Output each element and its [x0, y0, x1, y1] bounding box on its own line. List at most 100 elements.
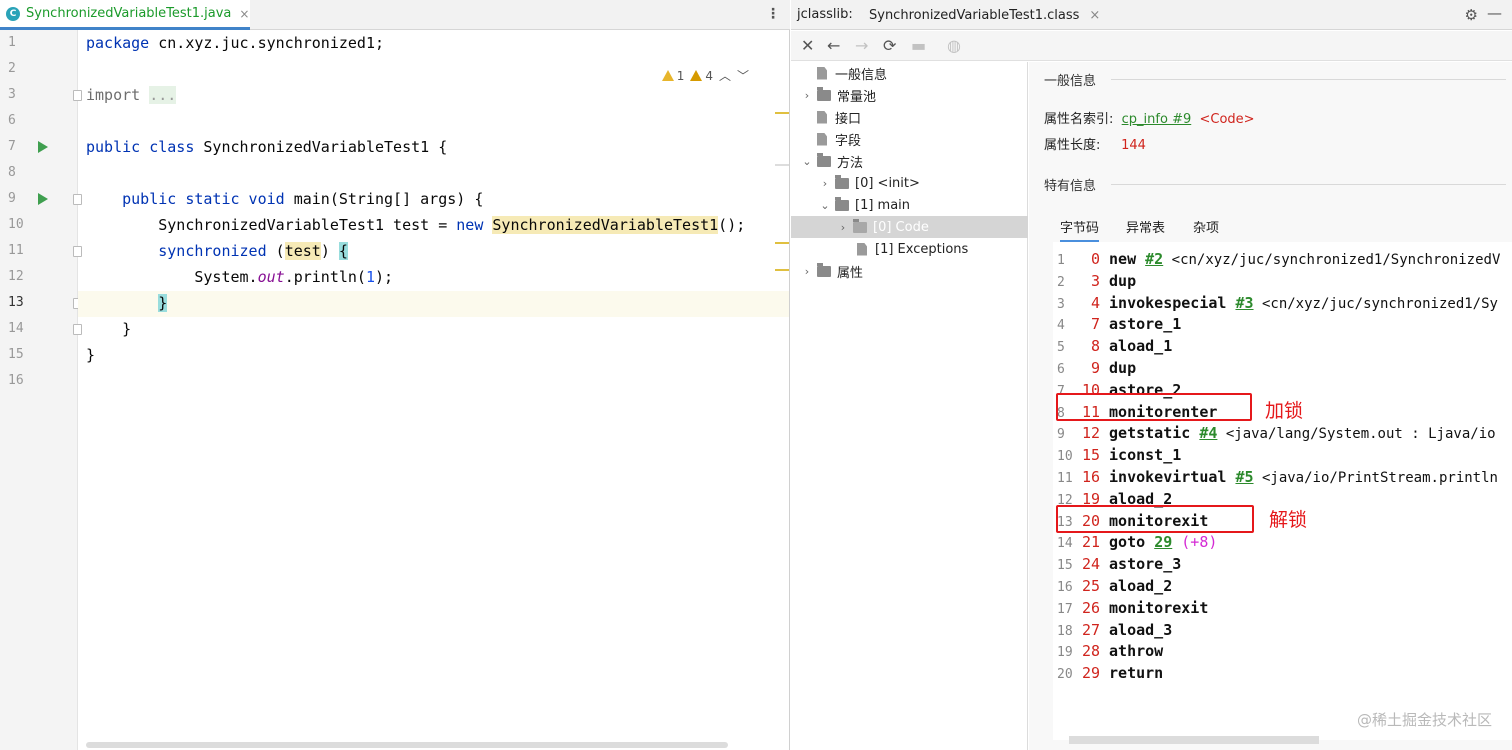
line-number: 3	[8, 87, 16, 102]
tree-node-general-info[interactable]: 一般信息	[801, 62, 887, 84]
chevron-right-icon[interactable]: ›	[801, 265, 813, 278]
refresh-icon[interactable]: ⟳	[883, 36, 896, 55]
close-icon[interactable]: ✕	[801, 36, 814, 55]
tree-node-interfaces[interactable]: 接口	[801, 106, 861, 128]
tree-node-attributes[interactable]: › 属性	[801, 260, 863, 282]
line-number: 15	[8, 347, 24, 362]
jclasslib-tab-class-file[interactable]: SynchronizedVariableTest1.class ×	[859, 0, 1110, 30]
tree-node-exceptions[interactable]: [1] Exceptions	[857, 238, 968, 260]
warning-icon	[690, 69, 703, 81]
code-editor: C SynchronizedVariableTest1.java × ⋮ 1 2…	[0, 0, 790, 750]
chevron-down-icon[interactable]: ﹀	[737, 67, 749, 84]
chevron-right-icon[interactable]: ›	[819, 177, 831, 190]
bytecode-line-number: 19	[1057, 645, 1073, 661]
close-icon[interactable]: ×	[1089, 8, 1100, 23]
annotation-box-monitorenter	[1056, 393, 1252, 421]
tree-node-method-init[interactable]: › [0] <init>	[819, 172, 920, 194]
bytecode-opcode: astore_3	[1109, 555, 1182, 574]
error-stripe-marker[interactable]	[775, 269, 789, 271]
java-class-icon: C	[6, 6, 20, 21]
warning-indicator[interactable]: 4	[690, 69, 713, 83]
tree-node-code-selected[interactable]: › [0] Code	[791, 216, 1028, 238]
bytecode-line[interactable]: 17 26 monitorexit	[1053, 597, 1208, 619]
class-structure-tree: 一般信息 › 常量池 接口 字段 ⌄ 方法 › [0] <init> ⌄ [1] mai…	[791, 62, 1028, 750]
close-icon[interactable]: ×	[239, 7, 249, 21]
tab-misc[interactable]: 杂项	[1193, 217, 1219, 236]
bytecode-offset: 7	[1090, 315, 1100, 334]
error-stripe-marker[interactable]	[775, 164, 789, 166]
bytecode-line[interactable]: 11 16 invokevirtual #5 <java/io/PrintStre…	[1053, 466, 1498, 488]
bytecode-line[interactable]: 19 28 athrow	[1053, 640, 1163, 662]
tab-exception-table[interactable]: 异常表	[1126, 217, 1165, 236]
tab-bytecode[interactable]: 字节码	[1060, 217, 1100, 242]
bytecode-line[interactable]: 10 15 iconst_1	[1053, 444, 1181, 466]
bytecode-listing[interactable]: 10 new #2 <cn/xyz/juc/synchronized1/Sync…	[1053, 242, 1512, 740]
bytecode-line[interactable]: 16 25 aload_2	[1053, 575, 1172, 597]
error-stripe-marker[interactable]	[775, 242, 789, 244]
more-options-icon[interactable]: ⋮	[766, 6, 780, 22]
bytecode-opcode: invokespecial	[1109, 293, 1227, 312]
chevron-up-icon[interactable]: ︿	[719, 67, 731, 84]
error-stripe-marker[interactable]	[775, 112, 789, 114]
chevron-down-icon[interactable]: ⌄	[819, 199, 831, 212]
tree-node-fields[interactable]: 字段	[801, 128, 861, 150]
bytecode-operand-link[interactable]: #3	[1235, 294, 1253, 312]
bytecode-line[interactable]: 18 27 aload_3	[1053, 619, 1172, 641]
folded-imports[interactable]: ...	[149, 86, 177, 104]
line-number-current: 13	[8, 295, 24, 310]
line-number: 16	[8, 373, 24, 388]
tree-node-methods[interactable]: ⌄ 方法	[801, 150, 863, 172]
jclasslib-toolbar: ✕ ← → ⟳ ▬ ◍	[791, 31, 1512, 61]
bytecode-line-number: 17	[1057, 601, 1073, 617]
chevron-down-icon[interactable]: ⌄	[801, 155, 813, 168]
bytecode-operand: <cn/xyz/juc/synchronized1/Sy	[1253, 295, 1498, 312]
folder-icon	[817, 86, 831, 101]
bytecode-operand-link[interactable]: #2	[1145, 250, 1163, 268]
bytecode-line[interactable]: 9 12 getstatic #4 <java/lang/System.out :…	[1053, 422, 1496, 444]
tree-node-constant-pool[interactable]: › 常量池	[801, 84, 876, 106]
bytecode-line-number: 10	[1057, 449, 1073, 465]
code-area[interactable]: package cn.xyz.juc.synchronized1; import…	[78, 30, 789, 730]
back-arrow-icon[interactable]: ←	[827, 36, 840, 55]
chevron-right-icon[interactable]: ›	[801, 89, 813, 102]
bytecode-operand-link[interactable]: 29	[1154, 533, 1172, 551]
annotation-label-lock: 加锁	[1265, 400, 1304, 422]
bytecode-line[interactable]: 15 24 astore_3	[1053, 553, 1181, 575]
attribute-length-row: 属性长度: 144	[1044, 138, 1146, 153]
run-class-icon[interactable]	[38, 141, 48, 153]
horizontal-scrollbar[interactable]	[86, 742, 728, 748]
bytecode-line[interactable]: 1 0 new #2 <cn/xyz/juc/synchronized1/Sync…	[1053, 248, 1500, 270]
bytecode-operand-link[interactable]: #5	[1235, 468, 1253, 486]
tree-node-method-main[interactable]: ⌄ [1] main	[819, 194, 910, 216]
bytecode-line[interactable]: 6 9 dup	[1053, 357, 1136, 379]
minimize-icon[interactable]: —	[1487, 4, 1502, 22]
inspection-widget[interactable]: 1 4 ︿ ﹀	[661, 67, 749, 84]
bytecode-line[interactable]: 14 21 goto 29 (+8)	[1053, 531, 1217, 553]
bytecode-opcode: aload_2	[1109, 577, 1173, 595]
save-icon[interactable]: ▬	[911, 36, 926, 55]
jclasslib-tab-bar: jclasslib: SynchronizedVariableTest1.cla…	[791, 0, 1512, 30]
bytecode-line[interactable]: 20 29 return	[1053, 662, 1163, 684]
horizontal-scrollbar[interactable]	[1069, 736, 1319, 744]
section-title-general: 一般信息	[1044, 74, 1097, 89]
file-icon	[817, 132, 827, 146]
folder-icon	[853, 218, 867, 233]
run-main-icon[interactable]	[38, 193, 48, 205]
section-divider	[1111, 79, 1506, 80]
bytecode-operand-link[interactable]: #4	[1199, 424, 1217, 442]
weak-warning-indicator[interactable]: 1	[661, 69, 684, 83]
bytecode-line[interactable]: 4 7 astore_1	[1053, 313, 1181, 335]
web-globe-icon[interactable]: ◍	[947, 36, 961, 55]
chevron-right-icon[interactable]: ›	[837, 221, 849, 234]
code-line: System.out.println(1);	[194, 268, 394, 286]
forward-arrow-icon[interactable]: →	[855, 36, 868, 55]
cp-info-link[interactable]: cp_info #9	[1122, 112, 1192, 127]
annotation-label-unlock: 解锁	[1269, 509, 1308, 531]
bytecode-opcode: goto	[1109, 533, 1146, 552]
current-line-highlight	[78, 291, 789, 317]
editor-tab-java-file[interactable]: C SynchronizedVariableTest1.java ×	[0, 0, 250, 30]
gear-icon[interactable]: ⚙	[1465, 6, 1478, 24]
bytecode-line[interactable]: 5 8 aload_1	[1053, 335, 1172, 357]
bytecode-line[interactable]: 2 3 dup	[1053, 270, 1136, 292]
bytecode-line[interactable]: 3 4 invokespecial #3 <cn/xyz/juc/synchron…	[1053, 292, 1498, 314]
